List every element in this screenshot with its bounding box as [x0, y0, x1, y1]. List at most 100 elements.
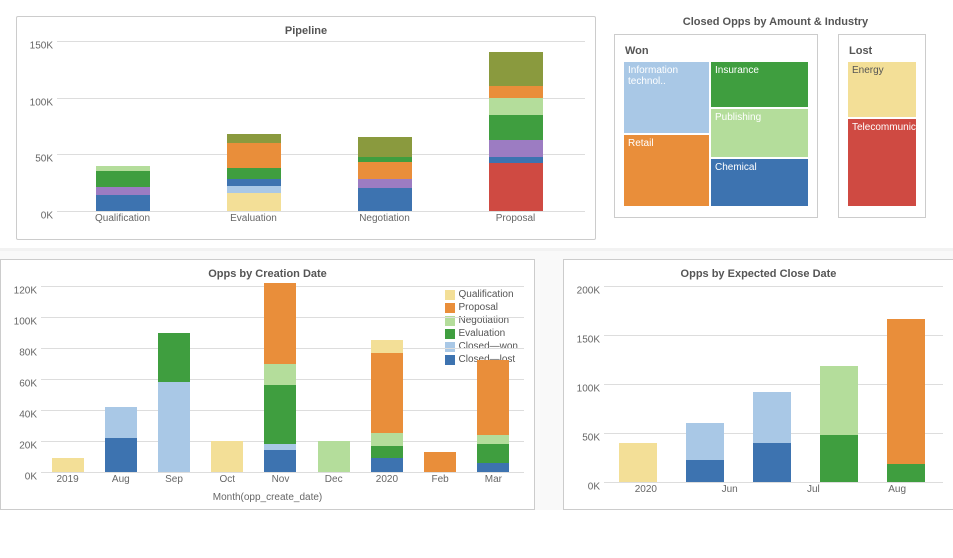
bar-segment[interactable]	[227, 186, 281, 193]
y-tick: 20K	[19, 441, 37, 452]
bar-segment[interactable]	[477, 444, 509, 463]
bar-segment[interactable]	[686, 423, 724, 460]
bar-segment[interactable]	[489, 115, 543, 140]
bar-segment[interactable]	[371, 433, 403, 445]
bar-segment[interactable]	[477, 463, 509, 472]
bar[interactable]	[158, 333, 190, 472]
bar-segment[interactable]	[264, 450, 296, 472]
bar[interactable]	[227, 134, 281, 211]
bar-segment[interactable]	[371, 340, 403, 352]
treemap-won-card: Won Information technol..RetailInsurance…	[614, 34, 818, 218]
bar-segment[interactable]	[477, 435, 509, 444]
bar-segment[interactable]	[158, 333, 190, 383]
bar-segment[interactable]	[489, 163, 543, 211]
bar-segment[interactable]	[371, 446, 403, 458]
bar[interactable]	[753, 392, 791, 482]
treemap-lost-card: Lost EnergyTelecommunic..	[838, 34, 926, 218]
creation-chart[interactable]: QualificationProposalNegotiationEvaluati…	[11, 286, 524, 490]
bar-segment[interactable]	[358, 137, 412, 156]
bar-segment[interactable]	[52, 458, 84, 472]
x-label: Negotiation	[319, 213, 450, 229]
bar-segment[interactable]	[424, 452, 456, 472]
bar-segment[interactable]	[227, 193, 281, 211]
bar-segment[interactable]	[358, 188, 412, 211]
x-label: Aug	[855, 484, 939, 500]
bar-segment[interactable]	[96, 195, 150, 211]
treemap-lost-label: Lost	[849, 45, 917, 57]
bar-segment[interactable]	[318, 441, 350, 472]
treemap-cell[interactable]: Insurance	[710, 61, 809, 108]
bar-segment[interactable]	[753, 443, 791, 482]
pipeline-chart[interactable]: 0K50K100K150KQualificationEvaluationNego…	[27, 41, 585, 229]
treemap-cell[interactable]: Telecommunic..	[847, 118, 917, 207]
bar-segment[interactable]	[371, 458, 403, 472]
x-label: Jul	[772, 484, 856, 500]
y-tick: 100K	[577, 384, 600, 395]
bar-segment[interactable]	[227, 143, 281, 168]
bar-segment[interactable]	[264, 385, 296, 444]
bar-segment[interactable]	[619, 443, 657, 482]
bar-segment[interactable]	[887, 464, 925, 482]
bar-segment[interactable]	[105, 407, 137, 438]
bar-segment[interactable]	[887, 319, 925, 464]
bar-segment[interactable]	[358, 162, 412, 179]
x-label: Aug	[94, 474, 147, 490]
bar-segment[interactable]	[227, 134, 281, 143]
x-label: 2020	[360, 474, 413, 490]
bar[interactable]	[619, 443, 657, 482]
bar-segment[interactable]	[489, 52, 543, 86]
bar-segment[interactable]	[105, 438, 137, 472]
bar-segment[interactable]	[477, 360, 509, 434]
bar-segment[interactable]	[686, 460, 724, 482]
bar-segment[interactable]	[371, 353, 403, 434]
bar-segment[interactable]	[264, 364, 296, 386]
x-label: Jun	[688, 484, 772, 500]
bar[interactable]	[96, 166, 150, 211]
bar[interactable]	[52, 458, 84, 472]
bar-segment[interactable]	[158, 382, 190, 472]
bar[interactable]	[211, 441, 243, 472]
close-chart[interactable]: 0K50K100K150K200K2020JunJulAug	[574, 286, 943, 500]
bar-segment[interactable]	[96, 187, 150, 195]
treemap-won[interactable]: Information technol..RetailInsurancePubl…	[623, 61, 809, 207]
y-tick: 50K	[582, 433, 600, 444]
bar-segment[interactable]	[489, 140, 543, 157]
bar-segment[interactable]	[489, 157, 543, 164]
bar[interactable]	[489, 52, 543, 211]
x-label: Qualification	[57, 213, 188, 229]
treemap-cell[interactable]: Information technol..	[623, 61, 710, 134]
bar[interactable]	[318, 441, 350, 472]
bar[interactable]	[358, 137, 412, 211]
bar-segment[interactable]	[264, 283, 296, 364]
bar-segment[interactable]	[227, 168, 281, 179]
x-label: Sep	[147, 474, 200, 490]
close-title: Opps by Expected Close Date	[574, 268, 943, 280]
bar[interactable]	[820, 366, 858, 482]
treemap-lost[interactable]: EnergyTelecommunic..	[847, 61, 917, 207]
bar-segment[interactable]	[489, 98, 543, 115]
bar-segment[interactable]	[227, 179, 281, 186]
bar[interactable]	[424, 452, 456, 472]
treemap-cell[interactable]: Publishing	[710, 108, 809, 158]
bar-segment[interactable]	[211, 441, 243, 472]
treemap-cell[interactable]: Retail	[623, 134, 710, 207]
bar-segment[interactable]	[820, 435, 858, 482]
bar-segment[interactable]	[820, 366, 858, 435]
bar-segment[interactable]	[753, 392, 791, 443]
bar[interactable]	[686, 423, 724, 482]
x-label: Mar	[467, 474, 520, 490]
bar[interactable]	[264, 283, 296, 472]
bar[interactable]	[105, 407, 137, 472]
bar-segment[interactable]	[96, 171, 150, 187]
bar[interactable]	[477, 360, 509, 472]
treemap-cell[interactable]: Chemical	[710, 158, 809, 207]
bar-segment[interactable]	[489, 86, 543, 97]
bar-segment[interactable]	[358, 179, 412, 188]
creation-card: Opps by Creation Date QualificationPropo…	[0, 259, 535, 510]
treemap-cell[interactable]: Energy	[847, 61, 917, 118]
treemap-section: Closed Opps by Amount & Industry Won Inf…	[614, 16, 937, 240]
x-label: Dec	[307, 474, 360, 490]
y-tick: 40K	[19, 410, 37, 421]
bar[interactable]	[371, 340, 403, 472]
bar[interactable]	[887, 319, 925, 482]
